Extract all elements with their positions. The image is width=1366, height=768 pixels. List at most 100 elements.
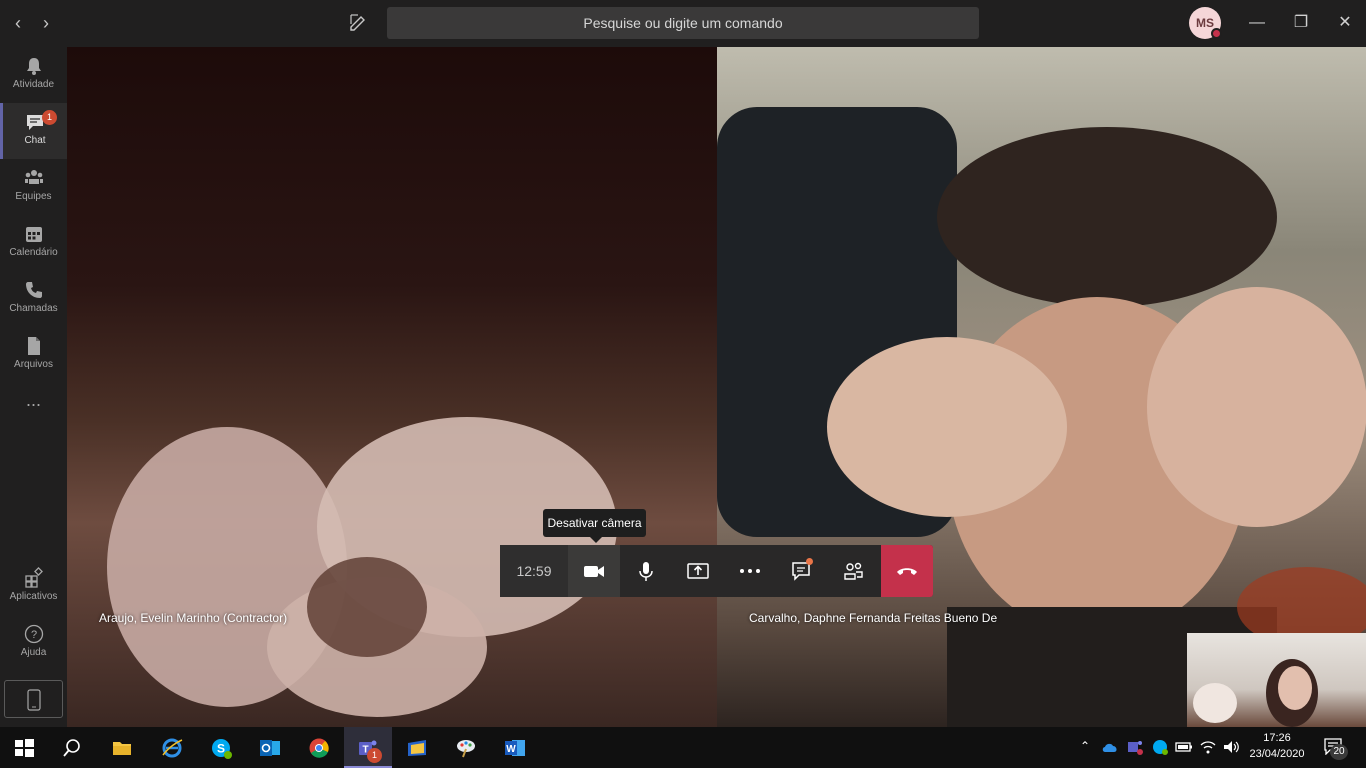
onedrive-icon[interactable] bbox=[1101, 741, 1119, 753]
tray-overflow-icon[interactable]: ⌃ bbox=[1080, 739, 1090, 753]
taskbar-skype[interactable]: S bbox=[197, 727, 245, 768]
wifi-icon[interactable] bbox=[1200, 739, 1216, 755]
rail-label: Equipes bbox=[15, 191, 52, 202]
clock-time[interactable]: 17:26 bbox=[1244, 732, 1310, 744]
title-bar: ‹ › Pesquise ou digite um comando MS — ❐… bbox=[0, 0, 1366, 47]
call-timer: 12:59 bbox=[500, 545, 568, 597]
clock-date[interactable]: 23/04/2020 bbox=[1244, 748, 1310, 760]
start-button[interactable] bbox=[0, 727, 48, 768]
svg-text:W: W bbox=[506, 744, 516, 755]
rail-item-ajuda[interactable]: ? Ajuda bbox=[0, 615, 67, 671]
call-controls-bar: 12:59 bbox=[500, 545, 933, 597]
taskbar-teams[interactable]: T 1 bbox=[344, 727, 392, 768]
device-settings-button[interactable] bbox=[4, 680, 63, 718]
paint-icon bbox=[457, 740, 475, 758]
rail-item-arquivos[interactable]: Arquivos bbox=[0, 327, 67, 383]
video-camera-icon bbox=[584, 566, 604, 577]
help-icon: ? bbox=[24, 624, 43, 644]
rail-item-aplicativos[interactable]: Aplicativos bbox=[0, 559, 67, 615]
more-actions-button[interactable] bbox=[724, 545, 776, 597]
taskbar-file-explorer[interactable] bbox=[98, 727, 146, 768]
microphone-button[interactable] bbox=[620, 545, 672, 597]
show-participants-button[interactable] bbox=[828, 545, 880, 597]
rail-item-equipes[interactable]: Equipes bbox=[0, 159, 67, 215]
folder-app-icon bbox=[408, 740, 426, 756]
video-frame-left bbox=[107, 417, 617, 717]
participants-icon bbox=[844, 562, 863, 580]
microphone-icon bbox=[639, 562, 653, 581]
word-icon: W bbox=[505, 740, 525, 756]
unread-dot bbox=[806, 558, 813, 565]
taskbar-chrome[interactable] bbox=[295, 727, 343, 768]
internet-explorer-icon bbox=[162, 738, 183, 758]
more-apps-button[interactable]: ... bbox=[0, 390, 67, 423]
share-screen-icon bbox=[687, 563, 709, 579]
taskbar-word[interactable]: W bbox=[491, 727, 539, 768]
self-view-frame bbox=[1193, 659, 1318, 727]
chat-badge: 1 bbox=[42, 110, 57, 125]
presence-status-icon bbox=[1211, 28, 1222, 39]
app-rail: Atividade Chat 1 Equipes Calendário Cham… bbox=[0, 47, 67, 727]
volume-icon[interactable] bbox=[1222, 739, 1240, 755]
rail-item-calendario[interactable]: Calendário bbox=[0, 215, 67, 271]
taskbar-search-button[interactable] bbox=[48, 727, 96, 768]
skype-icon: S bbox=[212, 739, 232, 759]
chrome-icon bbox=[309, 738, 329, 758]
rail-label: Chat bbox=[24, 135, 46, 146]
skype-tray-icon[interactable] bbox=[1151, 738, 1169, 756]
taskbar-paint[interactable] bbox=[442, 727, 490, 768]
hang-up-button[interactable] bbox=[881, 545, 933, 597]
video-frame-right bbox=[717, 107, 1366, 727]
more-icon: ... bbox=[25, 390, 41, 410]
teams-tray-icon[interactable] bbox=[1126, 738, 1144, 756]
tooltip-arrow bbox=[590, 537, 602, 543]
phone-icon bbox=[25, 282, 42, 298]
windows-taskbar: S T 1 W ⌃ 17:26 23/04/2020 bbox=[0, 727, 1366, 768]
rail-item-chat[interactable]: Chat 1 bbox=[0, 103, 67, 159]
rail-label: Ajuda bbox=[20, 647, 47, 658]
search-icon bbox=[63, 739, 80, 757]
svg-text:S: S bbox=[217, 742, 225, 756]
camera-toggle-button[interactable] bbox=[568, 545, 620, 597]
participant-name-left: Araujo, Evelin Marinho (Contractor) bbox=[99, 611, 288, 625]
file-icon bbox=[27, 337, 40, 355]
share-screen-button[interactable] bbox=[672, 545, 724, 597]
calendar-icon bbox=[25, 227, 42, 242]
taskbar-folder-app[interactable] bbox=[393, 727, 441, 768]
rail-label: Aplicativos bbox=[9, 591, 58, 602]
camera-tooltip: Desativar câmera bbox=[543, 509, 646, 537]
windows-logo-icon bbox=[15, 739, 34, 757]
forward-arrow-icon[interactable]: › bbox=[36, 12, 56, 34]
back-arrow-icon[interactable]: ‹ bbox=[8, 12, 28, 34]
rail-label: Arquivos bbox=[14, 359, 53, 370]
battery-icon[interactable] bbox=[1175, 740, 1193, 754]
bell-icon bbox=[26, 58, 41, 75]
self-view-video[interactable] bbox=[1187, 633, 1366, 727]
hang-up-icon bbox=[897, 568, 917, 575]
apps-icon bbox=[24, 567, 43, 588]
teams-icon bbox=[24, 170, 43, 184]
rail-item-atividade[interactable]: Atividade bbox=[0, 47, 67, 103]
more-icon bbox=[740, 569, 760, 573]
participant-name-right: Carvalho, Daphne Fernanda Freitas Bueno … bbox=[749, 611, 998, 625]
compose-icon[interactable] bbox=[348, 12, 370, 34]
file-explorer-icon bbox=[113, 742, 131, 755]
svg-text:?: ? bbox=[30, 629, 36, 641]
close-icon[interactable]: ✕ bbox=[1332, 10, 1358, 36]
notification-count-badge: 20 bbox=[1330, 744, 1348, 760]
taskbar-internet-explorer[interactable] bbox=[148, 727, 196, 768]
participant-video-left[interactable]: Araujo, Evelin Marinho (Contractor) bbox=[67, 47, 717, 727]
minimize-icon[interactable]: — bbox=[1244, 10, 1270, 36]
mobile-device-icon bbox=[27, 689, 41, 711]
rail-label: Atividade bbox=[12, 79, 55, 90]
rail-item-chamadas[interactable]: Chamadas bbox=[0, 271, 67, 327]
rail-label: Calendário bbox=[9, 247, 58, 258]
search-input[interactable]: Pesquise ou digite um comando bbox=[387, 7, 979, 39]
participant-video-right[interactable]: Carvalho, Daphne Fernanda Freitas Bueno … bbox=[717, 47, 1366, 727]
teams-taskbar-badge: 1 bbox=[367, 748, 382, 763]
outlook-icon bbox=[260, 740, 280, 756]
taskbar-outlook[interactable] bbox=[246, 727, 294, 768]
rail-label: Chamadas bbox=[9, 303, 58, 314]
restore-icon[interactable]: ❐ bbox=[1288, 10, 1314, 36]
show-conversation-button[interactable] bbox=[776, 545, 828, 597]
